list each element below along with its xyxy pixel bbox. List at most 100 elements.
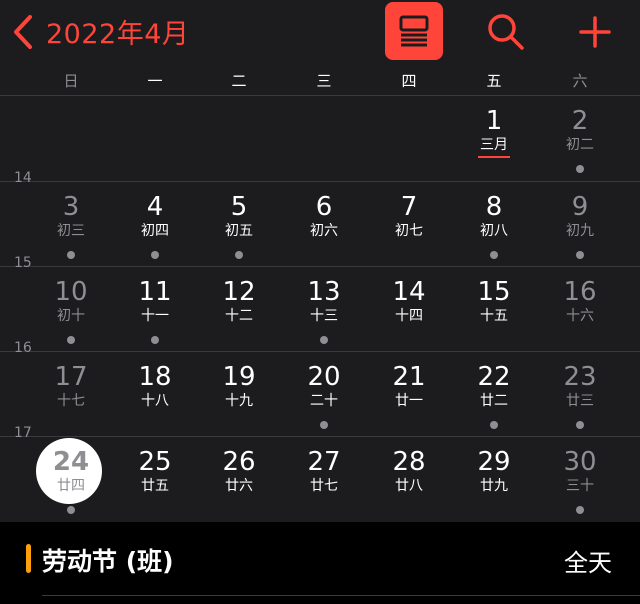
- weekday-label: 六: [572, 72, 588, 90]
- weekday-label: 日: [63, 72, 79, 90]
- day-cell[interactable]: 22 廿二: [454, 352, 534, 437]
- lunar-date: 十二: [225, 308, 253, 324]
- day-cell[interactable]: 19 十九: [199, 352, 279, 437]
- weekday-label: 二: [231, 72, 247, 90]
- lunar-date: 廿六: [225, 478, 253, 494]
- lunar-date: 十六: [566, 308, 594, 324]
- month-grid: 1 三月 2 初二 14 3 初三 4 初四 5 初五 6 初六 7 初七 8 初八 9 初九 15 10 初十 11 十一 1…: [0, 96, 640, 522]
- day-cell[interactable]: 15 十五: [454, 267, 534, 352]
- search-button[interactable]: [486, 12, 526, 52]
- lunar-date: 十一: [141, 308, 169, 324]
- day-cell[interactable]: 29 廿九: [454, 437, 534, 522]
- day-number: 15: [477, 277, 511, 307]
- day-cell[interactable]: 5 初五: [199, 182, 279, 267]
- event-dot: [151, 336, 159, 344]
- lunar-date: 初十: [57, 308, 85, 324]
- day-cell[interactable]: 4 初四: [115, 182, 195, 267]
- event-dot: [576, 165, 584, 173]
- week-row: 1 三月 2 初二: [0, 96, 640, 181]
- day-cell[interactable]: 13 十三: [284, 267, 364, 352]
- lunar-date: 二十: [310, 393, 338, 409]
- day-cell[interactable]: 10 初十: [31, 267, 111, 352]
- day-cell[interactable]: 12 十二: [199, 267, 279, 352]
- day-cell-today[interactable]: 24 廿四: [31, 437, 111, 522]
- lunar-date: 廿三: [566, 393, 594, 409]
- day-number: 4: [146, 192, 164, 222]
- event-dot: [320, 336, 328, 344]
- day-number: 26: [222, 447, 256, 477]
- day-cell[interactable]: 3 初三: [31, 182, 111, 267]
- event-dot: [235, 251, 243, 259]
- lunar-date: 初三: [57, 223, 85, 239]
- navigation-bar: 2022年4月: [0, 0, 640, 64]
- lunar-date: 廿九: [480, 478, 508, 494]
- week-row: 16 17 十七 18 十八 19 十九 20 二十 21 廿一 22 廿二 23 廿三: [0, 340, 640, 437]
- day-cell[interactable]: 2 初二: [540, 96, 620, 181]
- lunar-date: 十七: [57, 393, 85, 409]
- day-number: 29: [477, 447, 511, 477]
- divider: [42, 595, 640, 596]
- day-number: 11: [138, 277, 172, 307]
- day-number: 30: [563, 447, 597, 477]
- day-cell[interactable]: 16 十六: [540, 267, 620, 352]
- day-number: 23: [563, 362, 597, 392]
- day-number: 22: [477, 362, 511, 392]
- day-cell[interactable]: 7 初七: [369, 182, 449, 267]
- event-row[interactable]: 劳动节 (班) 全天: [0, 522, 640, 596]
- lunar-date: 初四: [141, 223, 169, 239]
- day-cell[interactable]: 17 十七: [31, 352, 111, 437]
- day-cell[interactable]: 11 十一: [115, 267, 195, 352]
- plus-icon: [579, 16, 611, 48]
- week-number: 14: [14, 170, 32, 186]
- event-color-bar: [26, 544, 31, 573]
- add-event-button[interactable]: [576, 12, 614, 52]
- lunar-date: 廿一: [395, 393, 423, 409]
- list-view-button[interactable]: [385, 2, 443, 60]
- day-cell[interactable]: 9 初九: [540, 182, 620, 267]
- lunar-date: 十九: [225, 393, 253, 409]
- lunar-date: 廿四: [57, 478, 85, 494]
- week-row: 14 3 初三 4 初四 5 初五 6 初六 7 初七 8 初八 9 初九: [0, 170, 640, 267]
- day-number: 17: [54, 362, 88, 392]
- back-button[interactable]: 2022年4月: [10, 12, 189, 51]
- day-number: 13: [307, 277, 341, 307]
- day-cell[interactable]: 20 二十: [284, 352, 364, 437]
- day-cell[interactable]: 23 廿三: [540, 352, 620, 437]
- day-number: 24: [52, 447, 90, 477]
- month-title: 2022年4月: [46, 19, 190, 50]
- day-number: 28: [392, 447, 426, 477]
- lunar-date: 三十: [566, 478, 594, 494]
- day-cell[interactable]: 26 廿六: [199, 437, 279, 522]
- week-row: 15 10 初十 11 十一 12 十二 13 十三 14 十四 15 十五 16 十六: [0, 255, 640, 352]
- event-dot: [576, 251, 584, 259]
- day-cell[interactable]: 21 廿一: [369, 352, 449, 437]
- weekday-label: 一: [147, 72, 163, 90]
- lunar-date: 十三: [310, 308, 338, 324]
- event-time: 全天: [564, 549, 612, 577]
- event-dot: [320, 421, 328, 429]
- day-cell[interactable]: 30 三十: [540, 437, 620, 522]
- event-dot: [67, 506, 75, 514]
- lunar-date: 初五: [225, 223, 253, 239]
- lunar-date: 廿二: [480, 393, 508, 409]
- event-dot: [490, 251, 498, 259]
- weekday-header: 日一二三四五六: [0, 64, 640, 96]
- lunar-date: 十五: [480, 308, 508, 324]
- day-cell[interactable]: 25 廿五: [115, 437, 195, 522]
- chevron-left-icon: [14, 14, 32, 49]
- day-cell[interactable]: 28 廿八: [369, 437, 449, 522]
- day-cell[interactable]: 8 初八: [454, 182, 534, 267]
- event-dot: [67, 251, 75, 259]
- lunar-date: 初六: [310, 223, 338, 239]
- lunar-date: 廿七: [310, 478, 338, 494]
- day-cell[interactable]: 18 十八: [115, 352, 195, 437]
- list-view-icon: [399, 15, 429, 47]
- day-number: 9: [571, 192, 589, 222]
- weekday-label: 三: [316, 72, 332, 90]
- day-cell[interactable]: 14 十四: [369, 267, 449, 352]
- day-cell[interactable]: 27 廿七: [284, 437, 364, 522]
- day-number: 14: [392, 277, 426, 307]
- event-dot: [490, 421, 498, 429]
- day-cell[interactable]: 1 三月: [454, 96, 534, 181]
- day-cell[interactable]: 6 初六: [284, 182, 364, 267]
